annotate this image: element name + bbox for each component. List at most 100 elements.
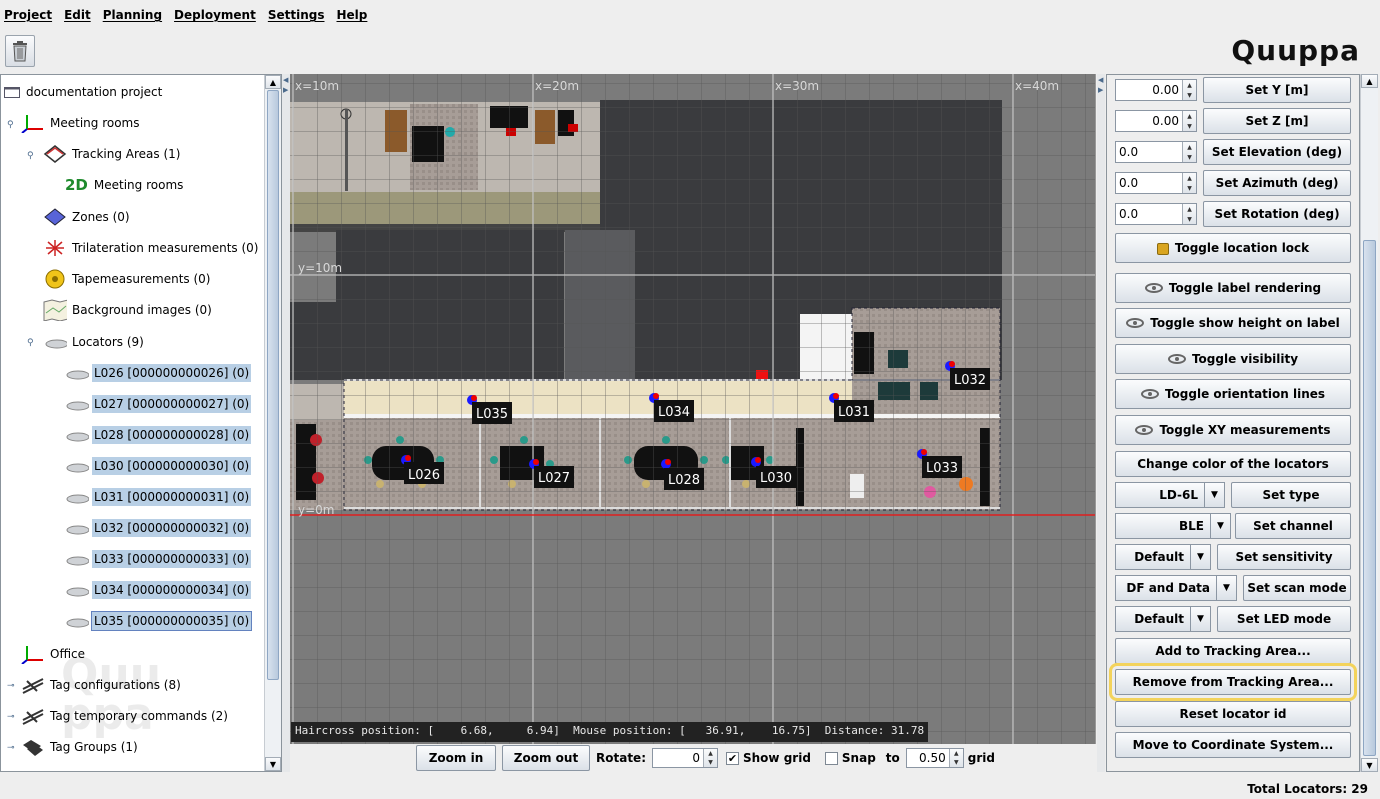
- chevron-down-icon[interactable]: ▼: [1216, 576, 1236, 600]
- collapse-icon[interactable]: ⚲: [27, 151, 37, 161]
- z-value[interactable]: 0.00: [1116, 111, 1182, 131]
- led-mode-select[interactable]: Default ▼: [1115, 606, 1211, 632]
- toggle-label-rendering-button[interactable]: Toggle label rendering: [1115, 273, 1351, 303]
- menu-settings[interactable]: Settings: [268, 8, 325, 22]
- spin-down-icon[interactable]: ▼: [1183, 90, 1196, 100]
- spin-down-icon[interactable]: ▼: [1183, 214, 1196, 224]
- scroll-down-icon[interactable]: ▼: [265, 757, 281, 771]
- toggle-xy-button[interactable]: Toggle XY measurements: [1115, 415, 1351, 445]
- set-rotation-button[interactable]: Set Rotation (deg): [1203, 201, 1351, 227]
- collapse-icon[interactable]: ⚲: [7, 120, 17, 130]
- grid-size-spinner[interactable]: 0.50 ▲ ▼: [905, 748, 964, 768]
- elevation-spinner[interactable]: 0.0 ▲ ▼: [1115, 141, 1197, 163]
- tree-background-images[interactable]: Background images (0): [43, 299, 214, 321]
- add-to-tracking-area-button[interactable]: Add to Tracking Area...: [1115, 638, 1351, 664]
- tree-zones[interactable]: Zones (0): [43, 206, 132, 228]
- collapse-icon[interactable]: ⚲: [27, 338, 37, 348]
- show-grid-checkbox[interactable]: ✔: [726, 751, 739, 765]
- grid-size-value[interactable]: 0.50: [907, 749, 949, 767]
- locator-tree-item[interactable]: L035 [000000000035] (0): [65, 610, 253, 632]
- set-sensitivity-button[interactable]: Set sensitivity: [1217, 544, 1351, 570]
- tree-scrollbar[interactable]: ▲ ▼: [264, 75, 281, 771]
- move-to-coordinate-system-button[interactable]: Move to Coordinate System...: [1115, 732, 1351, 758]
- set-type-button[interactable]: Set type: [1231, 482, 1351, 508]
- rotate-value[interactable]: 0: [653, 749, 703, 767]
- scan-mode-select[interactable]: DF and Data ▼: [1115, 575, 1237, 601]
- tree-meeting-rooms[interactable]: Meeting rooms: [21, 112, 142, 134]
- toggle-height-button[interactable]: Toggle show height on label: [1115, 308, 1351, 338]
- tree-office[interactable]: Office: [21, 643, 87, 665]
- toggle-visibility-button[interactable]: Toggle visibility: [1115, 344, 1351, 374]
- set-scan-mode-button[interactable]: Set scan mode: [1243, 575, 1351, 601]
- z-spinner[interactable]: 0.00 ▲ ▼: [1115, 110, 1197, 132]
- spin-down-icon[interactable]: ▼: [1183, 183, 1196, 193]
- set-azimuth-button[interactable]: Set Azimuth (deg): [1203, 170, 1351, 196]
- y-value[interactable]: 0.00: [1116, 80, 1182, 100]
- sensitivity-select[interactable]: Default ▼: [1115, 544, 1211, 570]
- elevation-value[interactable]: 0.0: [1116, 142, 1182, 162]
- azimuth-value[interactable]: 0.0: [1116, 173, 1182, 193]
- chevron-down-icon[interactable]: ▼: [1204, 483, 1224, 507]
- tree-tapemeasurements[interactable]: Tapemeasurements (0): [43, 268, 212, 290]
- y-spinner[interactable]: 0.00 ▲ ▼: [1115, 79, 1197, 101]
- zoom-in-button[interactable]: Zoom in: [416, 745, 496, 771]
- tree-scroll-thumb[interactable]: [267, 90, 279, 680]
- spin-up-icon[interactable]: ▲: [1183, 142, 1196, 152]
- expand-icon[interactable]: ⊸: [7, 681, 17, 691]
- tree-tracking-area-item[interactable]: 2D Meeting rooms: [65, 174, 185, 196]
- set-y-button[interactable]: Set Y [m]: [1203, 77, 1351, 103]
- right-scroll-thumb[interactable]: [1363, 240, 1376, 756]
- menu-project[interactable]: Project: [4, 8, 52, 22]
- scroll-down-icon[interactable]: ▼: [1361, 758, 1378, 772]
- toggle-orientation-button[interactable]: Toggle orientation lines: [1115, 379, 1351, 409]
- spin-up-icon[interactable]: ▲: [950, 749, 963, 758]
- tree-tracking-areas[interactable]: Tracking Areas (1): [43, 143, 182, 165]
- tree-tag-groups[interactable]: Tag Groups (1): [21, 736, 140, 758]
- change-color-button[interactable]: Change color of the locators: [1115, 451, 1351, 477]
- tree-locators[interactable]: Locators (9): [43, 331, 146, 353]
- spin-down-icon[interactable]: ▼: [1183, 121, 1196, 131]
- menu-planning[interactable]: Planning: [103, 8, 162, 22]
- snap-checkbox[interactable]: [824, 751, 838, 765]
- tree-trilateration[interactable]: Trilateration measurements (0): [43, 237, 260, 259]
- spin-up-icon[interactable]: ▲: [704, 749, 717, 758]
- spin-up-icon[interactable]: ▲: [1183, 204, 1196, 214]
- right-splitter[interactable]: ◀ ▶: [1097, 74, 1105, 772]
- left-splitter[interactable]: ◀ ▶: [282, 74, 290, 772]
- menu-deployment[interactable]: Deployment: [174, 8, 256, 22]
- chevron-down-icon[interactable]: ▼: [1190, 607, 1210, 631]
- locator-tree-item[interactable]: L026 [000000000026] (0): [65, 362, 252, 384]
- toggle-location-lock-button[interactable]: Toggle location lock: [1115, 233, 1351, 263]
- reset-locator-id-button[interactable]: Reset locator id: [1115, 701, 1351, 727]
- rotation-value[interactable]: 0.0: [1116, 204, 1182, 224]
- menu-help[interactable]: Help: [337, 8, 368, 22]
- spin-up-icon[interactable]: ▲: [1183, 80, 1196, 90]
- set-led-mode-button[interactable]: Set LED mode: [1217, 606, 1351, 632]
- tree-tag-temporary-commands[interactable]: Tag temporary commands (2): [21, 705, 230, 727]
- azimuth-spinner[interactable]: 0.0 ▲ ▼: [1115, 172, 1197, 194]
- floor-plan-map[interactable]: x=10m x=20m x=30m x=40m y=10m y=0m L026 …: [290, 74, 1096, 744]
- right-panel-scrollbar[interactable]: ▲ ▼: [1360, 74, 1378, 772]
- scroll-up-icon[interactable]: ▲: [265, 75, 281, 89]
- chevron-down-icon[interactable]: ▼: [1190, 545, 1210, 569]
- locator-tree-item[interactable]: L028 [000000000028] (0): [65, 424, 252, 446]
- expand-icon[interactable]: ⊸: [7, 743, 17, 753]
- set-elevation-button[interactable]: Set Elevation (deg): [1203, 139, 1351, 165]
- rotation-spinner[interactable]: 0.0 ▲ ▼: [1115, 203, 1197, 225]
- locator-tree-item[interactable]: L034 [000000000034] (0): [65, 579, 252, 601]
- locator-tree-item[interactable]: L033 [000000000033] (0): [65, 548, 252, 570]
- channel-select[interactable]: BLE ▼: [1115, 513, 1231, 539]
- set-channel-button[interactable]: Set channel: [1235, 513, 1351, 539]
- floor-plan-canvas[interactable]: x=10m x=20m x=30m x=40m y=10m y=0m L026 …: [290, 74, 1096, 744]
- zoom-out-button[interactable]: Zoom out: [502, 745, 590, 771]
- menu-edit[interactable]: Edit: [64, 8, 91, 22]
- tree-tag-configurations[interactable]: Tag configurations (8): [21, 674, 183, 696]
- scroll-up-icon[interactable]: ▲: [1361, 74, 1378, 88]
- chevron-down-icon[interactable]: ▼: [1210, 514, 1230, 538]
- remove-from-tracking-area-button[interactable]: Remove from Tracking Area...: [1109, 663, 1357, 701]
- set-z-button[interactable]: Set Z [m]: [1203, 108, 1351, 134]
- spin-down-icon[interactable]: ▼: [1183, 152, 1196, 162]
- delete-button[interactable]: [5, 35, 35, 67]
- spin-down-icon[interactable]: ▼: [704, 758, 717, 767]
- locator-tree-item[interactable]: L030 [000000000030] (0): [65, 455, 252, 477]
